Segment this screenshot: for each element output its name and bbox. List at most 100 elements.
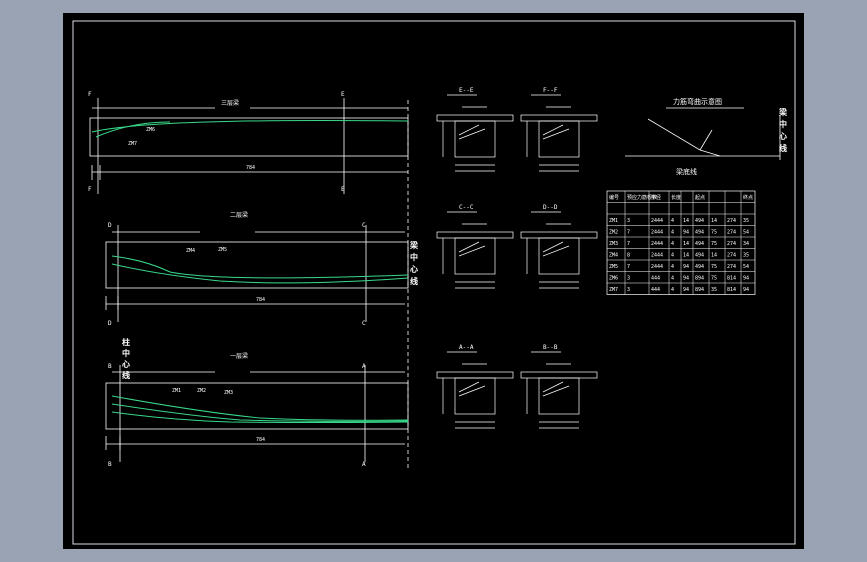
svg-text:线: 线 xyxy=(122,370,130,380)
beam-title-2: 二层梁 xyxy=(230,211,248,219)
table-cell: 94 xyxy=(743,276,749,282)
table-cell: 4 xyxy=(671,253,674,259)
svg-text:中: 中 xyxy=(122,348,130,358)
tendon-label-zm2: ZM2 xyxy=(197,388,206,394)
section-title-6: B--B xyxy=(543,344,558,351)
table-cell: 444 xyxy=(651,276,660,282)
table-cell: 814 xyxy=(727,287,736,293)
beam-dimension-2: 784 xyxy=(256,297,265,303)
table-cell: 7 xyxy=(627,264,630,270)
beam-left-label-2: D xyxy=(108,222,112,229)
beam-title-3: 三层梁 xyxy=(221,99,239,107)
table-cell: 94 xyxy=(683,264,689,270)
table-cell: 94 xyxy=(683,230,689,236)
table-cell: 2444 xyxy=(651,241,663,247)
table-header-cell: 半径 xyxy=(651,194,661,201)
table-cell: 2444 xyxy=(651,264,663,270)
table-cell: 274 xyxy=(727,218,736,224)
beam-left-label-3b: F xyxy=(88,186,92,193)
table-cell: 4 xyxy=(671,264,674,270)
sketch-title: 力筋弯曲示意图 xyxy=(673,97,722,106)
table-cell: 35 xyxy=(711,287,717,293)
table-cell: ZM2 xyxy=(609,230,618,236)
table-cell: ZM7 xyxy=(609,287,618,293)
beam-right-label-1b: A xyxy=(362,461,366,468)
table-cell: 14 xyxy=(711,218,717,224)
table-cell: 4 xyxy=(671,230,674,236)
table-cell: 444 xyxy=(651,287,660,293)
tendon-label-zm5: ZM5 xyxy=(218,247,227,253)
table-cell: 75 xyxy=(711,230,717,236)
tendon-label-zm3: ZM3 xyxy=(224,390,233,396)
section-title-2: F--F xyxy=(543,87,558,94)
table-cell: 7 xyxy=(627,241,630,247)
table-cell: 274 xyxy=(727,253,736,259)
svg-text:心: 心 xyxy=(122,359,130,369)
table-cell: 8 xyxy=(627,253,630,259)
table-cell: 94 xyxy=(743,287,749,293)
section-title-4: D--D xyxy=(543,204,558,211)
table-cell: 4 xyxy=(671,276,674,282)
table-cell: 2444 xyxy=(651,253,663,259)
table-cell: 274 xyxy=(727,241,736,247)
table-cell: 34 xyxy=(743,241,749,247)
table-cell: 2444 xyxy=(651,230,663,236)
table-header-cell: 终点 xyxy=(743,194,753,201)
table-cell: ZM5 xyxy=(609,264,618,270)
table-cell: 14 xyxy=(683,253,689,259)
table-cell: ZM6 xyxy=(609,276,618,282)
svg-text:线: 线 xyxy=(410,276,418,286)
table-cell: 94 xyxy=(683,276,689,282)
tendon-label-zm1: ZM1 xyxy=(172,388,181,394)
section-title-1: E--E xyxy=(459,87,474,94)
svg-text:心: 心 xyxy=(779,131,787,141)
table-cell: 4 xyxy=(671,218,674,224)
table-cell: 494 xyxy=(695,218,704,224)
beam-right-label-2b: C xyxy=(362,320,366,327)
table-cell: ZM1 xyxy=(609,218,618,224)
table-cell: 14 xyxy=(683,218,689,224)
beam-dimension-3: 784 xyxy=(246,165,255,171)
svg-text:中: 中 xyxy=(410,252,418,262)
table-cell: 35 xyxy=(743,253,749,259)
table-cell: 274 xyxy=(727,264,736,270)
section-title-5: A--A xyxy=(459,344,474,351)
table-cell: 494 xyxy=(695,230,704,236)
table-cell: 494 xyxy=(695,253,704,259)
table-cell: 14 xyxy=(683,241,689,247)
table-cell: 35 xyxy=(743,218,749,224)
table-cell: 7 xyxy=(627,230,630,236)
table-header-cell: 起点 xyxy=(695,195,705,201)
table-cell: 75 xyxy=(711,276,717,282)
table-cell: 75 xyxy=(711,241,717,247)
table-cell: 3 xyxy=(627,287,630,293)
beam-dimension-1: 784 xyxy=(256,437,265,443)
table-cell: 494 xyxy=(695,264,704,270)
table-cell: 75 xyxy=(711,264,717,270)
beam-right-label-1: A xyxy=(362,363,366,370)
beam-right-label-2: C xyxy=(362,222,366,229)
beam-title-1: 一层梁 xyxy=(230,352,248,360)
beam-left-label-1b: B xyxy=(108,461,112,468)
svg-text:线: 线 xyxy=(779,143,787,153)
cad-drawing-canvas: 三层梁 F F E E ZM6 ZM7 784 二层梁 D D C C ZM4 … xyxy=(63,13,804,549)
table-cell: 54 xyxy=(743,230,749,236)
table-cell: ZM4 xyxy=(609,253,618,259)
svg-text:梁: 梁 xyxy=(778,107,788,117)
table-header-cell: 编号 xyxy=(609,194,619,201)
table-cell: 814 xyxy=(727,276,736,282)
table-cell: 4 xyxy=(671,287,674,293)
svg-text:梁: 梁 xyxy=(409,240,419,250)
beam-right-label-3b: E xyxy=(341,186,345,193)
table-cell: 274 xyxy=(727,230,736,236)
table-cell: 894 xyxy=(695,276,704,282)
table-cell: 3 xyxy=(627,218,630,224)
table-header-cell: 长度 xyxy=(671,194,681,201)
table-cell: ZM3 xyxy=(609,241,618,247)
beam-left-label-2b: D xyxy=(108,320,112,327)
beam-left-label-1: B xyxy=(108,363,112,370)
beam-left-label-3: F xyxy=(88,91,92,98)
beam-right-label-3: E xyxy=(341,91,345,98)
tendon-label-zm7: ZM7 xyxy=(128,141,137,147)
table-cell: 94 xyxy=(683,287,689,293)
